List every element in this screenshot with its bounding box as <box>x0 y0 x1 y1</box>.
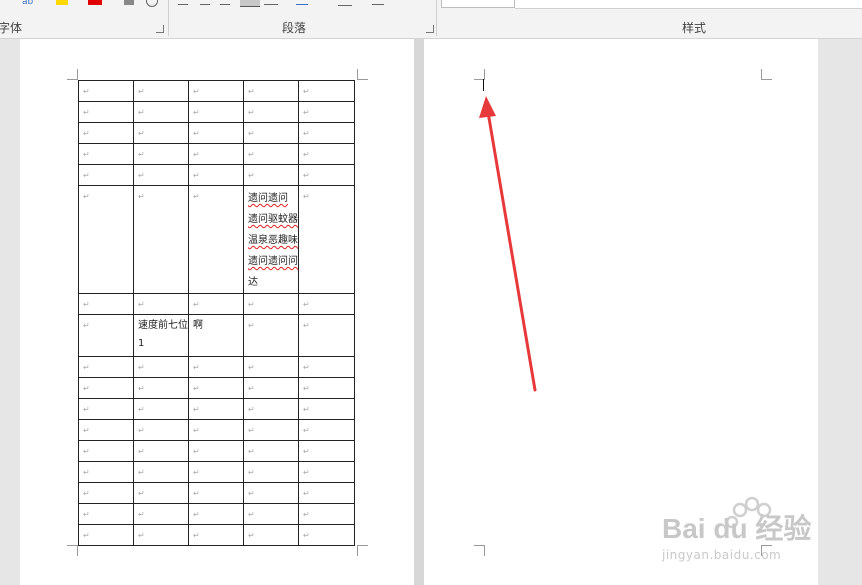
watermark-brand: Bai du 经验 <box>662 512 811 544</box>
watermark-url: jingyan.baidu.com <box>662 548 782 562</box>
